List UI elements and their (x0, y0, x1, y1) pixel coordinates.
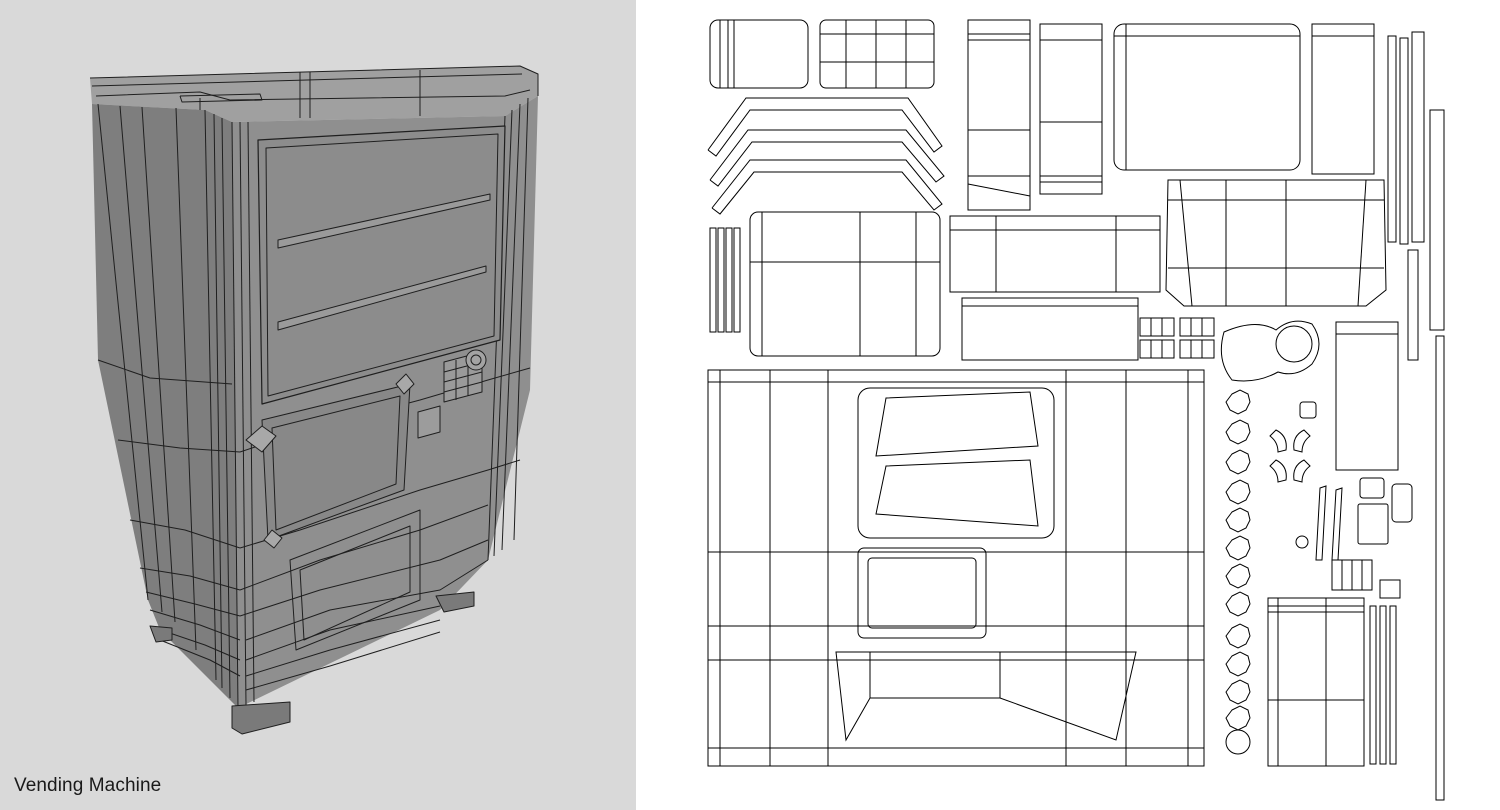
viewport-canvas (0, 0, 636, 810)
3d-viewport: Vending Machine (0, 0, 636, 810)
uv-layout-sheet (636, 0, 1500, 810)
uv-canvas (636, 0, 1500, 810)
wire-segment (417, 405, 441, 439)
model-caption: Vending Machine (14, 775, 162, 796)
wire-segment (465, 349, 487, 371)
